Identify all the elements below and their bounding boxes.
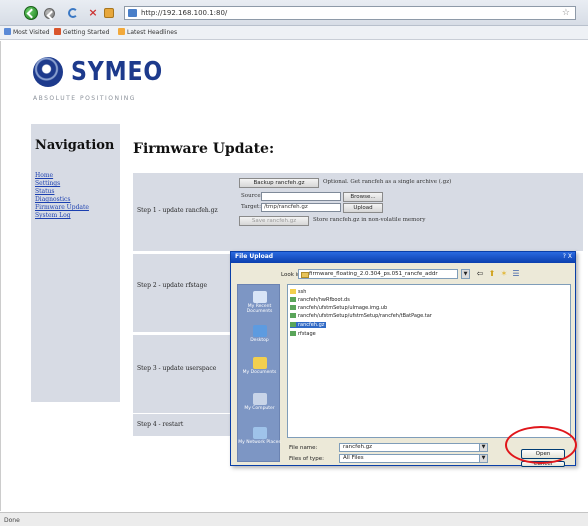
highlight-ring (505, 426, 577, 464)
up-folder-icon[interactable]: ⬆ (487, 269, 497, 279)
save-note: Store rancfeh.gz in non-volatile memory (313, 217, 426, 223)
url-text[interactable]: http://192.168.100.1:80/ (141, 9, 227, 17)
step-1-label: Step 1 - update rancfeh.gz (137, 207, 218, 214)
place-recent[interactable]: My Recent Documents (238, 291, 281, 314)
view-menu-icon[interactable]: ☰ (511, 269, 521, 279)
file-icon (290, 305, 296, 310)
page-title: Firmware Update: (133, 141, 275, 157)
step-2-panel: Step 2 - update rfstage (133, 254, 238, 332)
backup-note: Optional. Get rancfeh as a single archiv… (323, 179, 452, 185)
nav-link-system-log[interactable]: System Log (35, 212, 89, 220)
step-2-label: Step 2 - update rfstage (137, 282, 208, 289)
list-item[interactable]: rancfeh/ufstmSetup/uImage.img.ub (290, 305, 387, 311)
favicon-icon (128, 9, 137, 17)
computer-icon (252, 393, 267, 405)
address-bar[interactable]: http://192.168.100.1:80/ ☆ (124, 6, 576, 20)
nav-link-diagnostics[interactable]: Diagnostics (35, 196, 89, 204)
rss-icon (118, 28, 125, 35)
step-4-label: Step 4 - restart (137, 421, 184, 428)
place-network[interactable]: My Network Places (238, 427, 281, 445)
places-bar: My Recent Documents Desktop My Documents… (237, 284, 281, 462)
bookmark-latest-headlines[interactable]: Latest Headlines (118, 28, 177, 36)
file-name-dropdown-icon[interactable]: ▼ (479, 443, 488, 452)
file-list[interactable]: ssh rancfeh/hwRfboot.ds rancfeh/ufstmSet… (287, 284, 571, 438)
navigation-panel: Navigation Home Settings Status Diagnost… (31, 124, 120, 402)
bookmark-icon (4, 28, 11, 35)
place-my-computer[interactable]: My Computer (238, 393, 281, 411)
nav-link-status[interactable]: Status (35, 188, 89, 196)
file-name-input[interactable]: rancfeh.gz (339, 443, 487, 452)
logo-word: SYMEO (71, 57, 164, 87)
upload-button[interactable]: Upload (343, 203, 383, 213)
logo-tagline: ABSOLUTE POSITIONING (33, 95, 136, 102)
nav-link-home[interactable]: Home (35, 172, 89, 180)
dialog-titlebar[interactable]: File Upload ? X (231, 252, 575, 263)
home-icon[interactable] (104, 8, 114, 18)
target-input[interactable]: /tmp/rancfeh.gz (261, 203, 341, 212)
forward-button[interactable] (44, 8, 55, 19)
source-input[interactable] (261, 192, 341, 201)
stop-icon[interactable]: × (88, 7, 98, 18)
file-type-dropdown-icon[interactable]: ▼ (479, 454, 488, 463)
desktop-icon (252, 325, 267, 337)
file-icon (290, 322, 296, 327)
navigation-title: Navigation (35, 138, 115, 153)
bookmark-getting-started[interactable]: Getting Started (54, 28, 109, 36)
status-text: Done (4, 517, 20, 524)
backup-button[interactable]: Backup rancfeh.gz (239, 178, 319, 188)
place-my-documents[interactable]: My Documents (238, 357, 281, 375)
network-icon (252, 427, 267, 439)
symeo-logo: SYMEO ABSOLUTE POSITIONING (31, 55, 164, 105)
list-item[interactable]: rfstage (290, 331, 316, 337)
look-in-select[interactable]: firmware_floating_2.0.304_ps.051_rancfe_… (298, 269, 458, 279)
file-type-select[interactable]: All Files (339, 454, 487, 463)
bookmarks-bar: Most Visited Getting Started Latest Head… (0, 26, 588, 40)
browser-window: × http://192.168.100.1:80/ ☆ Most Visite… (0, 0, 588, 526)
folder-icon (252, 357, 267, 369)
file-icon (290, 313, 296, 318)
source-label: Source: (241, 193, 263, 199)
place-desktop[interactable]: Desktop (238, 325, 281, 343)
list-item[interactable]: ssh (290, 289, 306, 295)
reload-icon[interactable] (68, 8, 78, 18)
dialog-title: File Upload (235, 253, 274, 260)
file-name-label: File name: (289, 445, 318, 451)
save-button[interactable]: Save rancfeh.gz (239, 216, 309, 226)
file-icon (290, 331, 296, 336)
file-icon (290, 297, 296, 302)
list-item[interactable]: rancfeh/ufstmSetup/ufstmSetup/rancfeh/tB… (290, 313, 432, 319)
nav-link-settings[interactable]: Settings (35, 180, 89, 188)
logo-mark-icon (33, 57, 63, 87)
navigation-links: Home Settings Status Diagnostics Firmwar… (35, 172, 89, 220)
step-3-label: Step 3 - update userspace (137, 365, 217, 372)
back-folder-icon[interactable]: ⇦ (475, 269, 485, 279)
list-item[interactable]: rancfeh/hwRfboot.ds (290, 297, 350, 303)
step-3-panel: Step 3 - update userspace (133, 335, 238, 413)
back-button[interactable] (24, 6, 38, 20)
step-1-panel: Step 1 - update rancfeh.gz Backup rancfe… (133, 173, 583, 251)
status-bar: Done (0, 512, 588, 526)
target-label: Target: (241, 204, 261, 210)
list-item-selected[interactable]: rancfeh.gz (290, 322, 327, 328)
bookmark-most-visited[interactable]: Most Visited (4, 28, 50, 36)
step-4-panel: Step 4 - restart (133, 414, 238, 436)
new-folder-icon[interactable]: ✶ (499, 269, 509, 279)
nav-link-firmware-update[interactable]: Firmware Update (35, 204, 89, 212)
bookmark-icon (54, 28, 61, 35)
file-type-label: Files of type: (289, 456, 325, 462)
folder-icon (290, 289, 296, 294)
bookmark-star-icon[interactable]: ☆ (562, 8, 570, 18)
recent-documents-icon (252, 291, 267, 303)
look-in-dropdown-icon[interactable]: ▼ (461, 269, 470, 279)
browser-toolbar: × http://192.168.100.1:80/ ☆ (0, 0, 588, 26)
dialog-close-button[interactable]: ? X (563, 253, 572, 260)
browse-button[interactable]: Browse... (343, 192, 383, 202)
